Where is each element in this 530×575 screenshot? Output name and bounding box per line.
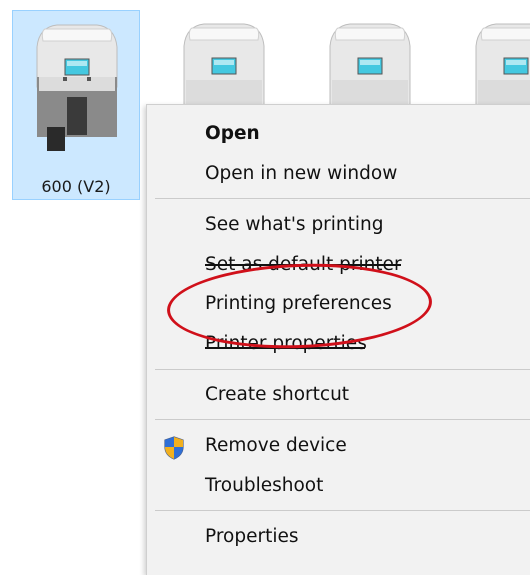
printer-name-label: 600 (V2) (41, 177, 111, 196)
uac-shield-icon (164, 436, 184, 460)
menu-item-remove-device[interactable]: Remove device (147, 429, 530, 463)
menu-item-open[interactable]: Open (147, 117, 530, 151)
card-printer-icon (329, 23, 411, 107)
card-printer-icon (183, 23, 265, 107)
menu-separator (155, 419, 530, 420)
menu-item-see-whats-printing[interactable]: See what's printing (147, 208, 530, 242)
menu-separator (155, 510, 530, 511)
card-printer-icon (36, 24, 118, 151)
menu-separator (155, 198, 530, 199)
menu-separator (155, 369, 530, 370)
menu-item-label: Remove device (205, 435, 347, 456)
menu-item-troubleshoot[interactable]: Troubleshoot (147, 469, 530, 503)
menu-item-create-shortcut[interactable]: Create shortcut (147, 378, 530, 412)
menu-item-properties[interactable]: Properties (147, 520, 530, 554)
menu-item-open-in-new-window[interactable]: Open in new window (147, 157, 530, 191)
card-printer-icon (475, 23, 530, 107)
printer-item-selected[interactable]: 600 (V2) (12, 10, 140, 200)
